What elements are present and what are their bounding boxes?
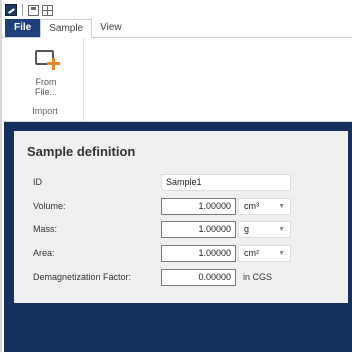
- layout-icon[interactable]: [42, 4, 53, 16]
- chevron-down-icon: ▼: [278, 226, 285, 233]
- from-file-icon: [31, 48, 61, 72]
- mass-input[interactable]: 1.00000: [161, 221, 236, 238]
- mass-unit-value: g: [244, 224, 250, 234]
- from-file-label: From File...: [34, 77, 57, 97]
- sample-definition-panel: Sample definition ID Sample1 Volume: 1.0…: [14, 131, 348, 303]
- area-row: Area: 1.00000 cm² ▼: [27, 245, 337, 263]
- volume-row: Volume: 1.00000 cm³ ▼: [27, 198, 337, 216]
- area-unit-value: cm²: [244, 248, 259, 258]
- toolbar-separator: [22, 4, 23, 16]
- volume-unit-value: cm³: [244, 201, 259, 211]
- area-label: Area:: [33, 248, 55, 258]
- tab-sample[interactable]: Sample: [40, 19, 93, 38]
- app-icon[interactable]: [5, 4, 17, 16]
- id-label: ID: [33, 177, 42, 187]
- demag-input[interactable]: 0.00000: [161, 269, 236, 286]
- import-group-label: Import: [32, 106, 58, 116]
- ribbon-content: From File... Import: [2, 38, 352, 122]
- tab-view[interactable]: View: [92, 19, 130, 37]
- mass-unit-select[interactable]: g ▼: [238, 221, 291, 238]
- panel-title: Sample definition: [27, 144, 136, 159]
- volume-label: Volume:: [33, 201, 66, 211]
- workspace: Sample definition ID Sample1 Volume: 1.0…: [4, 122, 352, 352]
- tab-file[interactable]: File: [5, 19, 41, 37]
- demag-unit: in CGS: [243, 272, 273, 282]
- chevron-down-icon: ▼: [278, 250, 285, 257]
- from-file-button[interactable]: From File...: [16, 44, 76, 102]
- area-input[interactable]: 1.00000: [161, 245, 236, 262]
- volume-input[interactable]: 1.00000: [161, 198, 236, 215]
- app-window: File Sample View From File... Import Sam…: [0, 0, 352, 352]
- chevron-down-icon: ▼: [278, 203, 285, 210]
- quick-access-toolbar: [2, 0, 352, 20]
- mass-label: Mass:: [33, 224, 58, 234]
- id-row: ID Sample1: [27, 174, 337, 192]
- id-input[interactable]: Sample1: [161, 174, 291, 191]
- demag-row: Demagnetization Factor: 0.00000 in CGS: [27, 269, 337, 287]
- volume-unit-select[interactable]: cm³ ▼: [238, 198, 291, 215]
- demag-label: Demagnetization Factor:: [33, 272, 132, 282]
- save-icon[interactable]: [28, 4, 39, 16]
- import-group: From File... Import: [6, 38, 84, 122]
- ribbon-tabs: File Sample View: [2, 19, 352, 38]
- mass-row: Mass: 1.00000 g ▼: [27, 221, 337, 239]
- area-unit-select[interactable]: cm² ▼: [238, 245, 291, 262]
